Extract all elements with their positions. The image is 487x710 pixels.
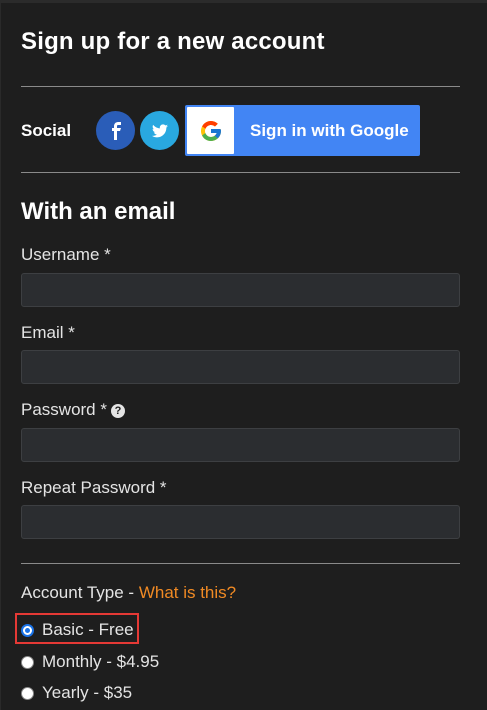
radio-monthly[interactable]: [21, 655, 34, 669]
help-icon[interactable]: ?: [110, 404, 125, 418]
repeat-password-input[interactable]: [21, 505, 460, 539]
password-label-row: Password *?: [21, 400, 125, 420]
password-input[interactable]: [21, 428, 460, 462]
twitter-button[interactable]: [140, 111, 179, 150]
account-type-label: Account Type -: [21, 583, 139, 602]
account-type-label-row: Account Type - What is this?: [21, 583, 236, 603]
what-is-this-link[interactable]: What is this?: [139, 583, 236, 602]
twitter-icon: [151, 123, 168, 137]
page-title: Sign up for a new account: [21, 28, 325, 55]
highlight-box: [15, 613, 139, 644]
radio-yearly[interactable]: [21, 686, 34, 700]
email-section-title: With an email: [21, 198, 176, 225]
email-input[interactable]: [21, 350, 460, 384]
google-icon-box: [187, 107, 234, 154]
facebook-button[interactable]: [96, 111, 135, 150]
email-label: Email *: [21, 323, 75, 342]
social-label: Social: [21, 121, 72, 140]
account-type-option-yearly[interactable]: Yearly - $35: [21, 683, 132, 703]
account-type-option-label: Monthly - $4.95: [42, 652, 160, 671]
password-label: Password *: [21, 400, 107, 419]
divider: [21, 86, 460, 87]
username-input[interactable]: [21, 273, 460, 307]
google-signin-button[interactable]: Sign in with Google: [185, 105, 420, 156]
repeat-password-label: Repeat Password *: [21, 478, 167, 497]
google-icon: [200, 120, 221, 141]
google-signin-label: Sign in with Google: [250, 120, 409, 140]
divider: [21, 172, 460, 173]
account-type-option-label: Yearly - $35: [42, 683, 133, 702]
divider: [21, 563, 460, 564]
username-label: Username *: [21, 245, 111, 264]
facebook-icon: [111, 121, 121, 140]
account-type-option-monthly[interactable]: Monthly - $4.95: [21, 652, 159, 672]
